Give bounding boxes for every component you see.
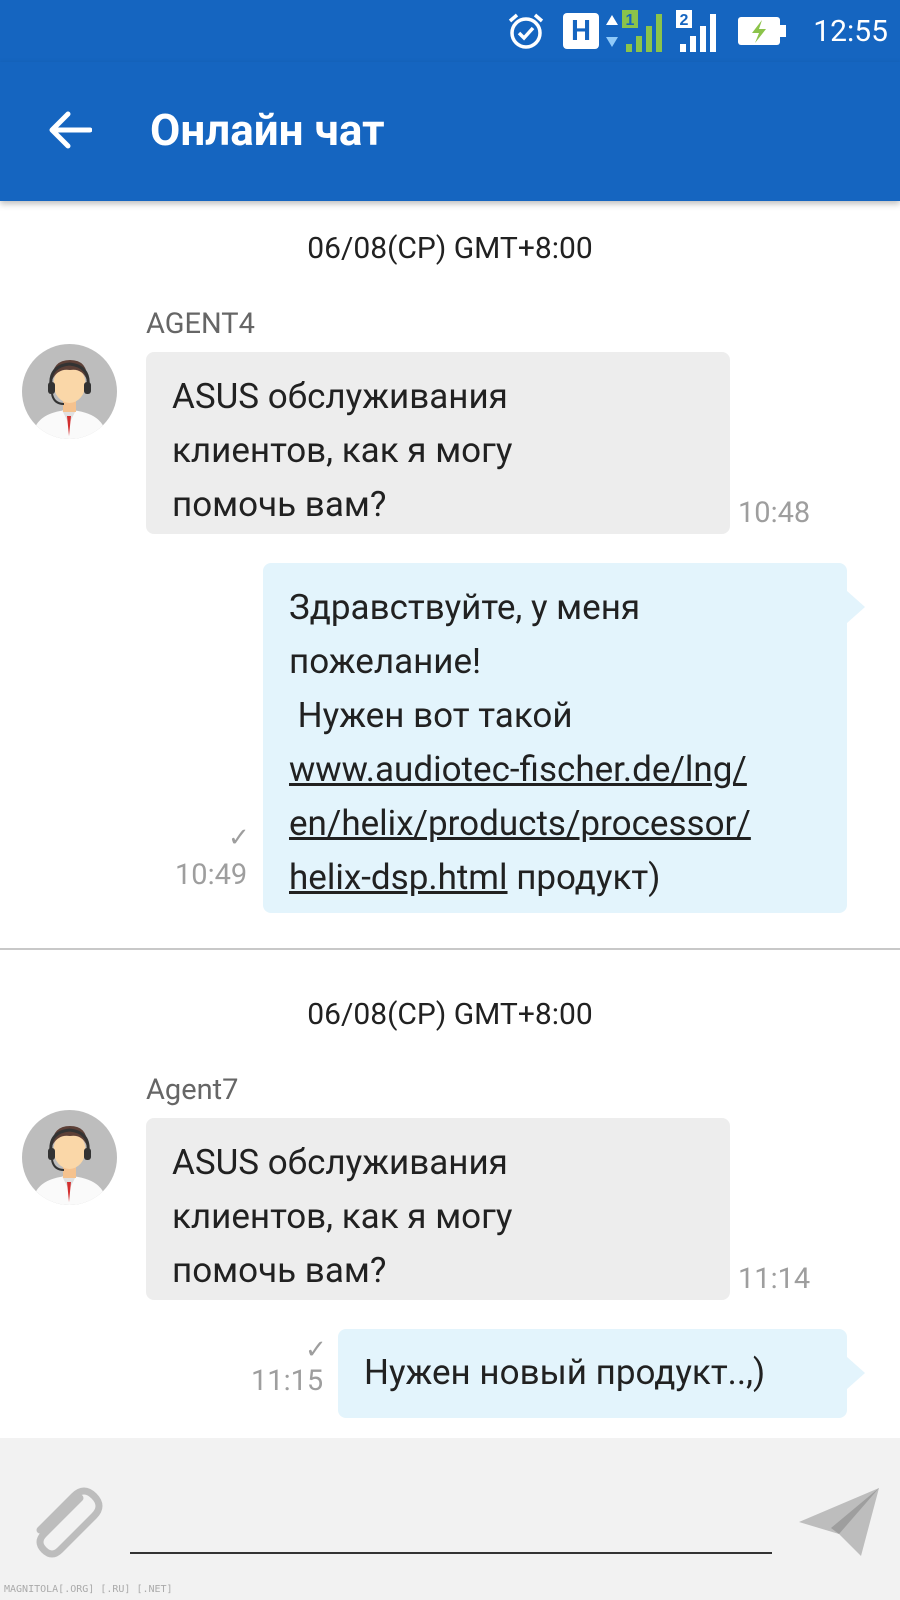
support-agent-icon	[22, 1110, 117, 1205]
agent-name: AGENT4	[146, 307, 255, 341]
hspa-icon: H	[563, 0, 599, 62]
sim2-label: 2	[680, 12, 689, 29]
agent-name: Agent7	[146, 1073, 239, 1107]
message-timestamp: 10:49	[175, 858, 248, 892]
agent-avatar	[22, 344, 117, 439]
message-timestamp: 11:14	[738, 1262, 811, 1296]
agent-message-bubble: ASUS обслуживания клиентов, как я могу п…	[146, 352, 730, 534]
support-agent-icon	[22, 344, 117, 439]
message-text: Нужен новый продукт..,)	[364, 1352, 766, 1393]
message-text: продукт)	[507, 857, 661, 898]
user-message-bubble: Нужен новый продукт..,)	[338, 1329, 865, 1418]
agent-message-bubble: ASUS обслуживания клиентов, как я могу п…	[146, 1118, 730, 1300]
send-button[interactable]	[795, 1482, 885, 1562]
message-timestamp: 10:48	[738, 496, 811, 530]
message-list[interactable]: 06/08(СР) GMT+8:00 AGENT4 ASUS обслужива…	[0, 201, 900, 1438]
page-title: Онлайн чат	[150, 104, 385, 156]
alarm-icon	[506, 0, 550, 62]
paperclip-icon	[36, 1487, 103, 1558]
status-bar: H 1 2 12:55	[0, 0, 900, 62]
watermark: MAGNITOLA[.ORG] [.RU] [.NET]	[4, 1584, 173, 1595]
delivered-check-icon: ✓	[228, 823, 250, 853]
back-button[interactable]	[30, 98, 110, 162]
message-text: ASUS обслуживания	[172, 376, 508, 417]
message-text: помочь вам?	[172, 1250, 387, 1291]
status-time: 12:55	[813, 13, 888, 49]
user-message-bubble: Здравствуйте, у меня пожелание! Нужен во…	[263, 563, 865, 913]
message-text: Нужен вот такой	[289, 695, 573, 736]
battery-charging-icon	[736, 0, 790, 62]
send-icon	[799, 1488, 879, 1556]
message-text: клиентов, как я могу	[172, 1196, 513, 1237]
product-link[interactable]: www.audiotec-fischer.de/lng/	[289, 749, 747, 790]
message-timestamp: 11:15	[251, 1364, 324, 1398]
signal-sim2-icon: 2	[676, 0, 724, 62]
date-separator: 06/08(СР) GMT+8:00	[307, 997, 593, 1032]
conversation-divider	[0, 948, 900, 950]
arrow-left-icon	[49, 111, 92, 149]
product-link[interactable]: en/helix/products/processor/	[289, 803, 751, 844]
agent-avatar	[22, 1110, 117, 1205]
message-text: помочь вам?	[172, 484, 387, 525]
attach-button[interactable]	[18, 1478, 108, 1568]
sim1-label: 1	[626, 12, 635, 29]
message-text: ASUS обслуживания	[172, 1142, 508, 1183]
app-bar: Онлайн чат	[0, 62, 900, 201]
message-text: пожелание!	[289, 641, 482, 682]
input-bar	[0, 1438, 900, 1600]
message-text: Здравствуйте, у меня	[289, 587, 641, 628]
signal-sim1-icon: 1	[622, 0, 670, 62]
data-arrows-icon	[605, 0, 619, 62]
delivered-check-icon: ✓	[305, 1335, 327, 1365]
date-separator: 06/08(СР) GMT+8:00	[307, 231, 593, 266]
message-text: клиентов, как я могу	[172, 430, 513, 471]
product-link[interactable]: helix-dsp.html	[289, 857, 508, 898]
message-input[interactable]	[130, 1488, 772, 1554]
